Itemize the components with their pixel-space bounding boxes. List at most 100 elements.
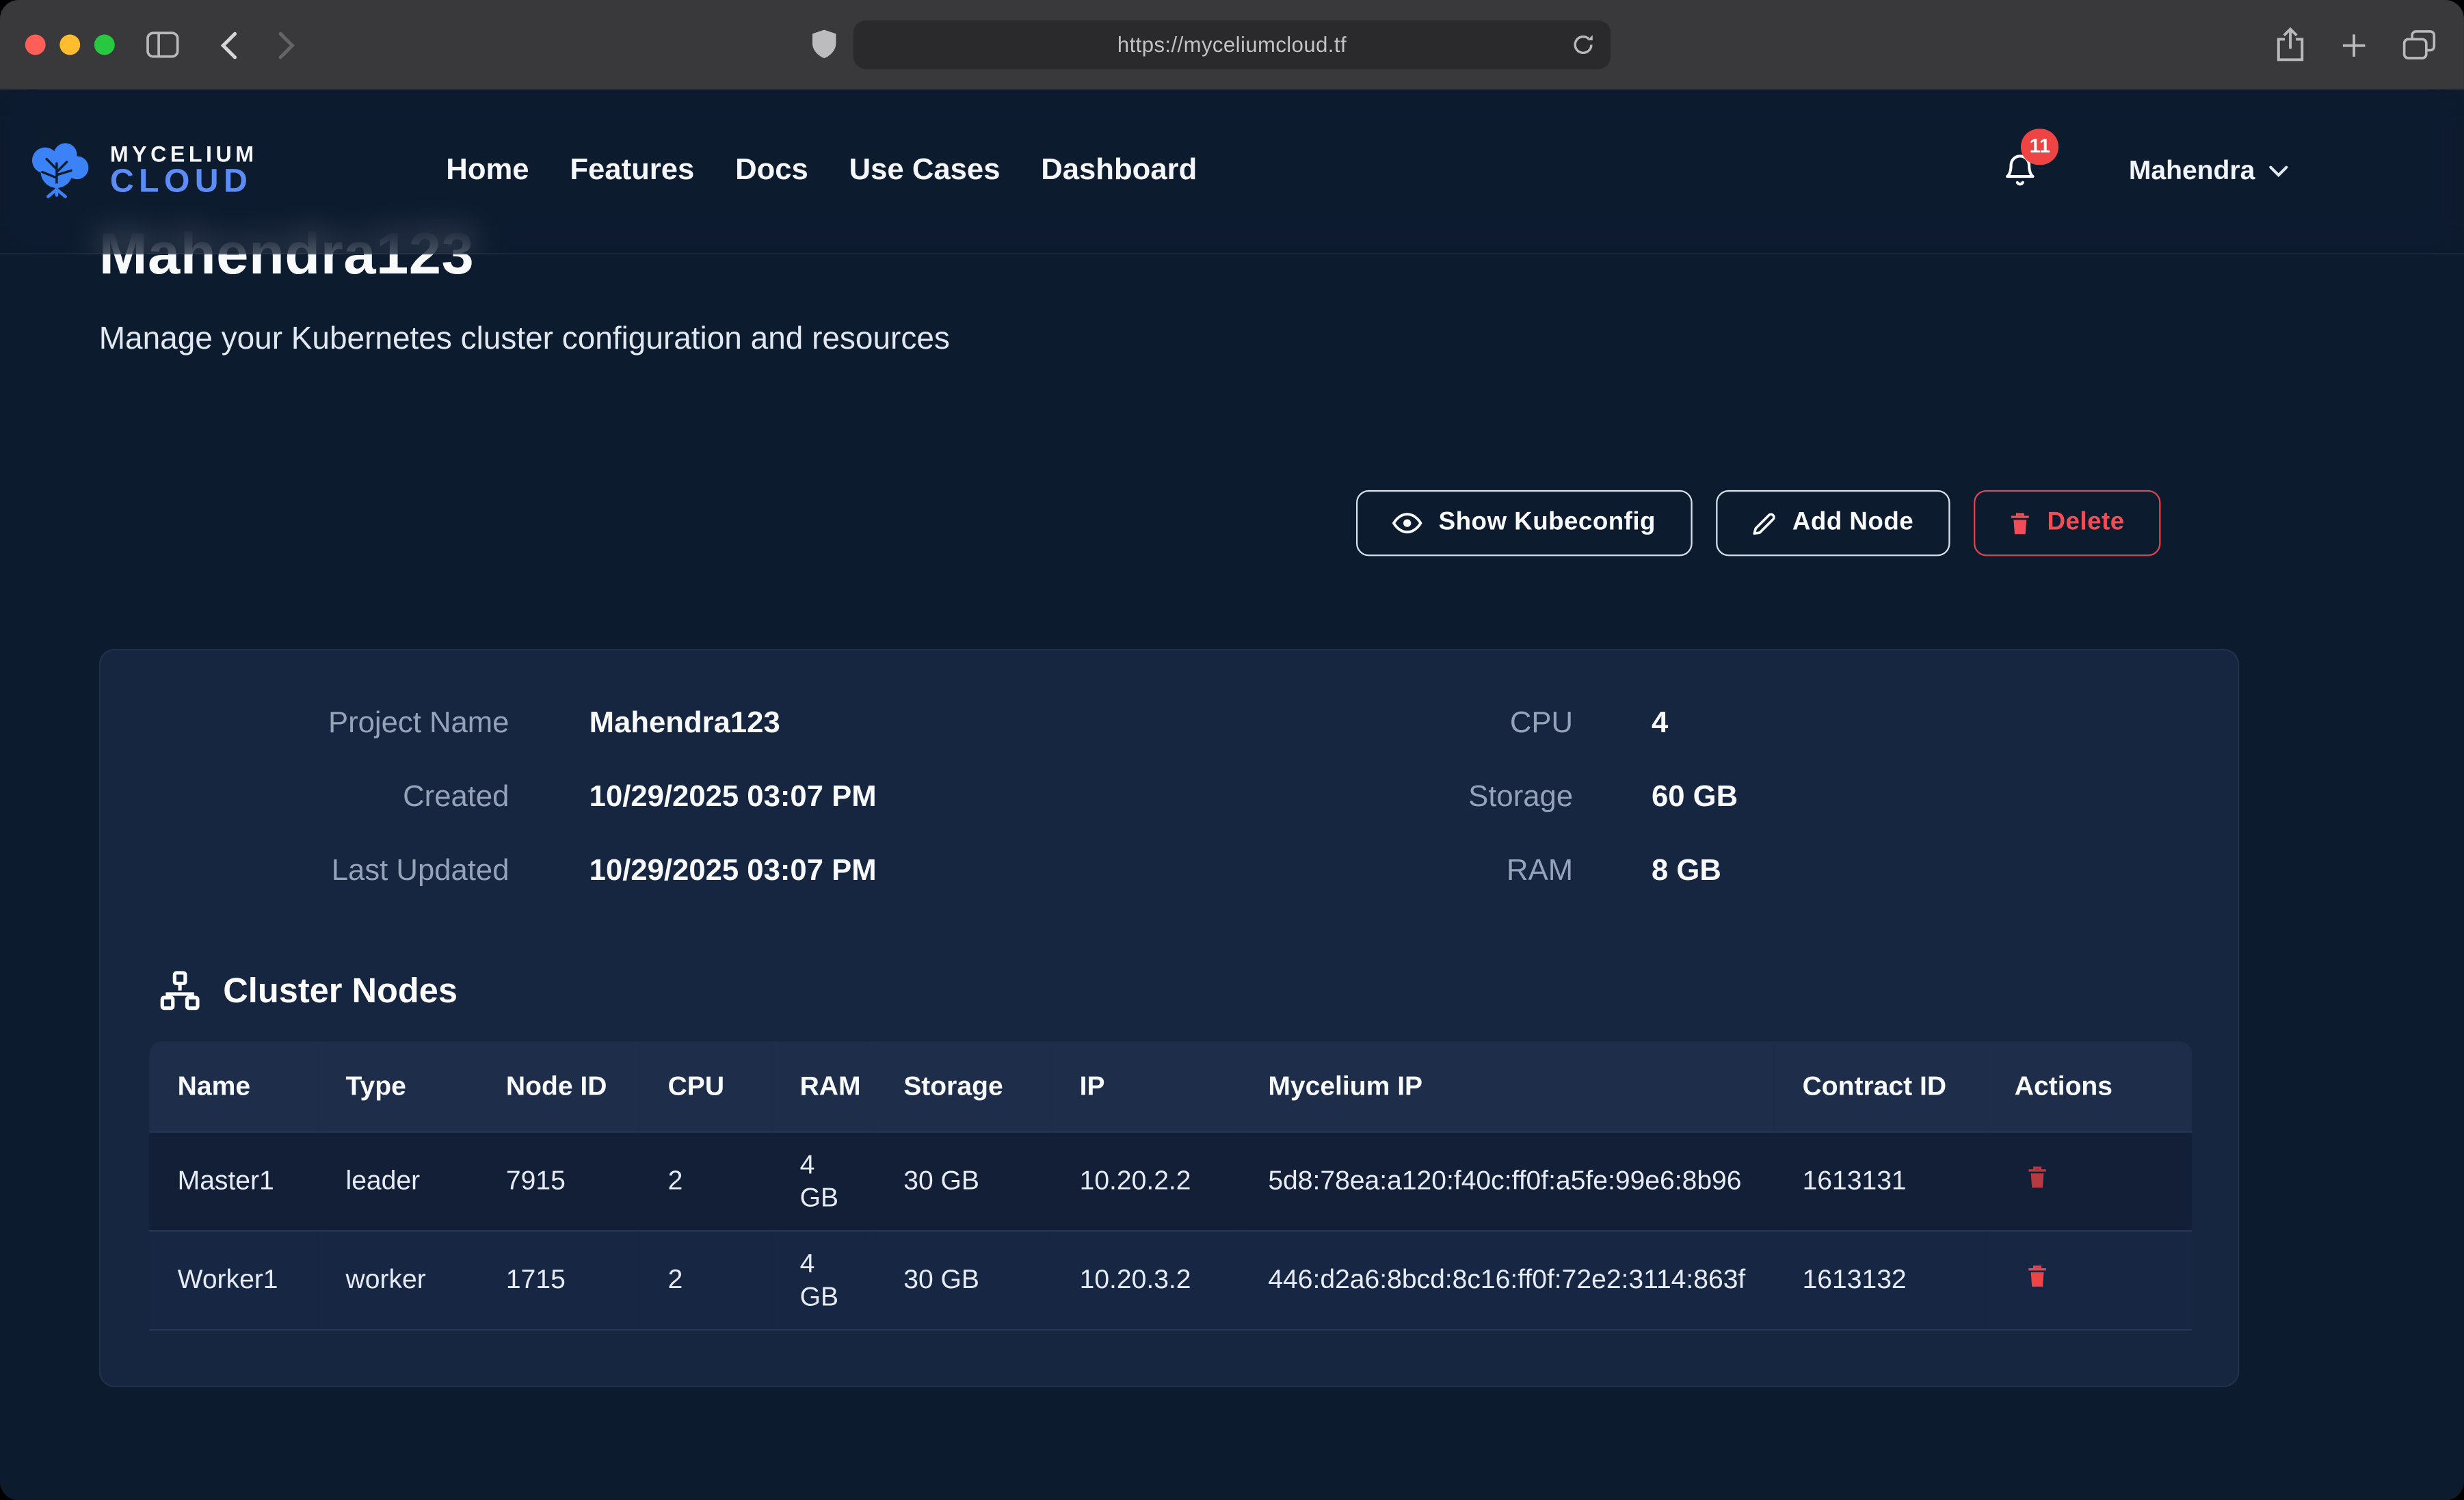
detail-value: 8 GB [1652, 855, 2190, 889]
reload-icon [1572, 33, 1595, 56]
column-header-cpu: CPU [639, 1041, 771, 1131]
cell-cpu: 2 [639, 1131, 771, 1230]
cell-ip: 10.20.3.2 [1051, 1230, 1240, 1329]
chevron-down-icon [2269, 165, 2288, 177]
nav-link-features[interactable]: Features [570, 154, 694, 189]
table-header-row: Name Type Node ID CPU RAM Storage IP Myc… [149, 1041, 2192, 1131]
share-icon [2275, 27, 2305, 63]
add-node-button[interactable]: Add Node [1715, 490, 1950, 557]
delete-label: Delete [2047, 509, 2124, 537]
cell-ram: 4 GB [771, 1230, 875, 1329]
tabs-icon [2402, 30, 2435, 60]
notifications-button[interactable]: 11 [2002, 150, 2038, 192]
column-header-ram: RAM [771, 1041, 875, 1131]
detail-label: Last Updated [148, 855, 509, 889]
detail-label: CPU [1185, 707, 1574, 742]
brand-name: MYCELIUM CLOUD [110, 142, 258, 200]
trash-icon [2027, 1265, 2048, 1288]
cell-contract-id: 1613132 [1774, 1230, 1986, 1329]
cell-storage: 30 GB [875, 1230, 1051, 1329]
cell-type: worker [317, 1230, 477, 1329]
detail-label: Created [148, 781, 509, 816]
add-node-label: Add Node [1792, 509, 1913, 537]
user-name: Mahendra [2129, 155, 2255, 187]
user-menu[interactable]: Mahendra [2129, 155, 2288, 187]
detail-label: RAM [1185, 855, 1574, 889]
url-text: https://myceliumcloud.tf [1117, 33, 1347, 56]
cell-name: Master1 [149, 1131, 317, 1230]
sidebar-icon [146, 31, 179, 58]
column-header-contract-id: Contract ID [1774, 1041, 1986, 1131]
cell-mycelium-ip: 446:d2a6:8bcd:8c16:ff0f:72e2:3114:863f [1240, 1230, 1774, 1329]
cell-name: Worker1 [149, 1230, 317, 1329]
trash-icon [2009, 511, 2030, 535]
column-header-storage: Storage [875, 1041, 1051, 1131]
traffic-lights [25, 35, 115, 55]
main-nav: Home Features Docs Use Cases Dashboard [446, 154, 1197, 189]
browser-chrome: https://myceliumcloud.tf [0, 0, 2464, 90]
pencil-icon [1751, 511, 1775, 535]
table-row: Worker1 worker 1715 2 4 GB 30 GB 10.20.3… [149, 1230, 2192, 1329]
new-tab-button[interactable] [2342, 32, 2367, 57]
content: Mahendra123 Manage your Kubernetes clust… [0, 90, 2239, 1387]
column-header-type: Type [317, 1041, 477, 1131]
column-header-mycelium-ip: Mycelium IP [1240, 1041, 1774, 1131]
cluster-summary: Project Name Mahendra123 Created 10/29/2… [101, 650, 2238, 889]
cell-actions [1986, 1230, 2192, 1329]
detail-label: Project Name [148, 707, 509, 742]
page: MYCELIUM CLOUD Home Features Docs Use Ca… [0, 90, 2464, 1500]
column-header-ip: IP [1051, 1041, 1240, 1131]
cell-ram: 4 GB [771, 1131, 875, 1230]
forward-button[interactable] [278, 31, 295, 59]
cell-mycelium-ip: 5d8:78ea:a120:f40c:ff0f:a5fe:99e6:8b96 [1240, 1131, 1774, 1230]
column-header-name: Name [149, 1041, 317, 1131]
nav-link-docs[interactable]: Docs [735, 154, 808, 189]
cell-node-id: 1715 [478, 1230, 640, 1329]
cell-cpu: 2 [639, 1230, 771, 1329]
share-button[interactable] [2275, 27, 2305, 63]
back-button[interactable] [220, 31, 237, 59]
tab-overview-button[interactable] [2402, 30, 2435, 60]
sidebar-toggle-button[interactable] [146, 31, 179, 58]
show-kubeconfig-label: Show Kubeconfig [1439, 509, 1656, 537]
delete-node-button[interactable] [2027, 1265, 2048, 1288]
eye-icon [1392, 512, 1422, 534]
page-subtitle: Manage your Kubernetes cluster configura… [99, 322, 2240, 358]
cluster-actions: Show Kubeconfig Add Node Delete [99, 490, 2240, 557]
detail-value: 10/29/2025 03:07 PM [589, 781, 1185, 816]
trash-icon [2027, 1166, 2048, 1189]
zoom-window-button[interactable] [94, 35, 115, 55]
show-kubeconfig-button[interactable]: Show Kubeconfig [1355, 490, 1692, 557]
cell-type: leader [317, 1131, 477, 1230]
delete-cluster-button[interactable]: Delete [1973, 490, 2160, 557]
reload-button[interactable] [1572, 33, 1595, 56]
cell-contract-id: 1613131 [1774, 1131, 1986, 1230]
detail-value: Mahendra123 [589, 707, 1185, 742]
cluster-details-card: Project Name Mahendra123 Created 10/29/2… [99, 649, 2240, 1387]
privacy-shield-icon[interactable] [811, 28, 838, 67]
chevron-right-icon [278, 31, 295, 59]
brand[interactable]: MYCELIUM CLOUD [22, 139, 257, 203]
cluster-nodes-title: Cluster Nodes [223, 970, 458, 1011]
detail-value: 4 [1652, 707, 2190, 742]
detail-value: 10/29/2025 03:07 PM [589, 855, 1185, 889]
nav-link-use-cases[interactable]: Use Cases [849, 154, 1001, 189]
nav-link-dashboard[interactable]: Dashboard [1041, 154, 1197, 189]
detail-label: Storage [1185, 781, 1574, 816]
minimize-window-button[interactable] [59, 35, 80, 55]
brand-line1: MYCELIUM [110, 142, 258, 165]
detail-value: 60 GB [1652, 781, 2190, 816]
column-header-node-id: Node ID [478, 1041, 640, 1131]
cluster-nodes-section: Cluster Nodes [159, 969, 2238, 1012]
cell-actions [1986, 1131, 2192, 1230]
close-window-button[interactable] [25, 35, 46, 55]
delete-node-button[interactable] [2027, 1166, 2048, 1189]
browser-window: https://myceliumcloud.tf [0, 0, 2464, 1500]
network-icon [159, 969, 201, 1012]
url-bar[interactable]: https://myceliumcloud.tf [853, 21, 1611, 69]
chevron-left-icon [220, 31, 237, 59]
brand-logo-icon [22, 139, 94, 203]
notification-badge: 11 [2022, 128, 2058, 164]
column-header-actions: Actions [1986, 1041, 2192, 1131]
nav-link-home[interactable]: Home [446, 154, 529, 189]
